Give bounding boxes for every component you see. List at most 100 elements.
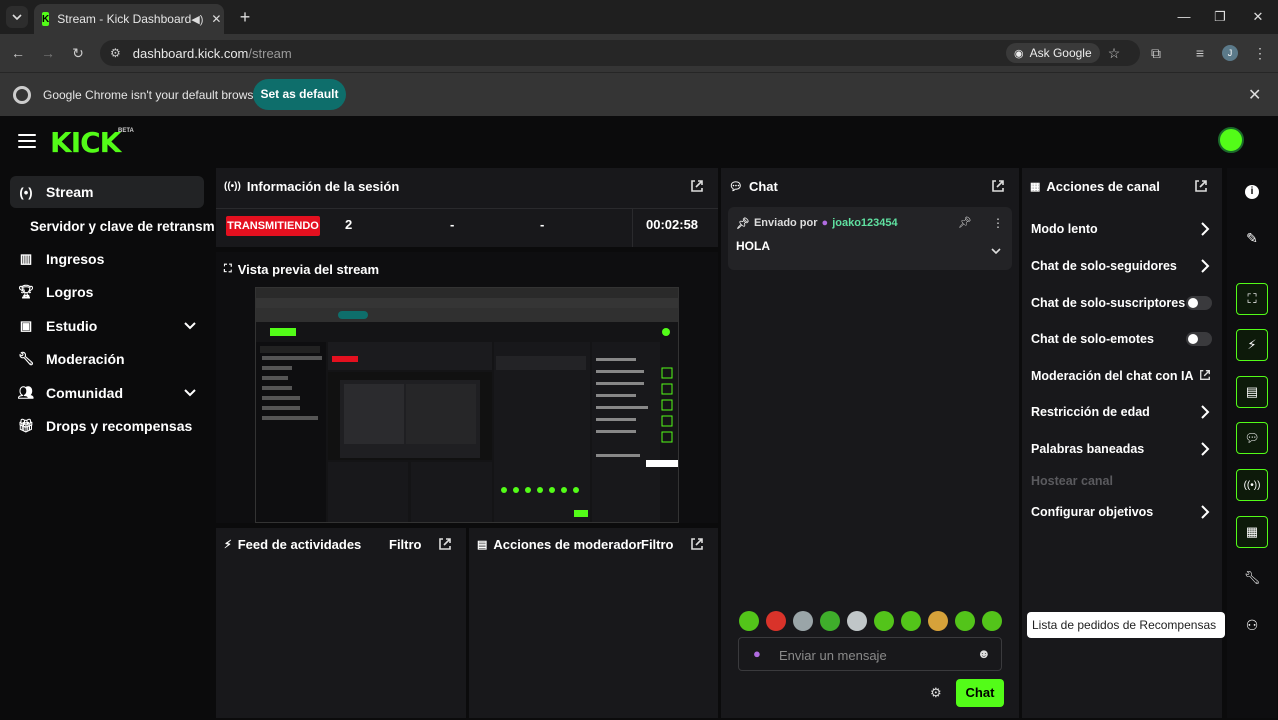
sidebar-item-comunidad[interactable]: 👥︎ Comunidad <box>10 377 204 409</box>
emotes-only-toggle[interactable] <box>1186 332 1212 346</box>
extensions-icon[interactable]: ⧉ <box>1146 43 1166 63</box>
unpin-icon[interactable]: 📌︎ <box>958 216 972 229</box>
action-restriccion-edad[interactable]: Restricción de edad <box>1031 405 1150 419</box>
reload-icon[interactable]: ↻ <box>68 43 88 63</box>
popout-icon[interactable] <box>690 537 704 551</box>
rewards-tooltip: Lista de pedidos de Recompensas <box>1027 612 1225 638</box>
browser-tab[interactable]: K Stream - Kick Dashboard ◀) ✕ <box>34 4 224 34</box>
pinned-header: 📌︎ Enviado por ● joako123454 <box>736 217 898 230</box>
sidebar-item-ingresos[interactable]: ▥ Ingresos <box>10 243 204 275</box>
menu-hamburger-icon[interactable] <box>18 134 36 150</box>
new-tab-button[interactable]: + <box>234 6 256 28</box>
chat-message-input[interactable]: ● Enviar un mensaje ☻ <box>738 637 1002 671</box>
chat-settings-gear-icon[interactable]: ⚙ <box>930 685 942 701</box>
bolt-widget-icon[interactable]: ⚡︎ <box>1236 329 1268 361</box>
infobar-close-icon[interactable]: ✕ <box>1248 85 1261 105</box>
media-controls-icon[interactable]: ≡ <box>1190 43 1210 63</box>
action-moderacion-ia[interactable]: Moderación del chat con IA <box>1031 369 1194 383</box>
sidebar-item-server-key[interactable]: Servidor y clave de retransm <box>10 210 216 242</box>
stream-preview-video[interactable] <box>255 287 679 523</box>
rewards-queue-icon[interactable]: ⚇ <box>1236 609 1268 641</box>
chevron-right-icon[interactable] <box>1200 222 1210 236</box>
action-configurar-objetivos[interactable]: Configurar objetivos <box>1031 505 1153 519</box>
document-widget-icon[interactable]: ▤ <box>1236 376 1268 408</box>
action-solo-suscriptores: Chat de solo-suscriptores <box>1031 296 1186 310</box>
actions-widget-icon[interactable]: ▦ <box>1236 516 1268 548</box>
forward-icon[interactable]: → <box>38 43 58 63</box>
preview-widget-icon[interactable]: ⛶ <box>1236 283 1268 315</box>
mod-filter-button[interactable]: Filtro <box>641 537 674 552</box>
url-host: dashboard.kick.com <box>132 45 249 61</box>
minimize-icon[interactable]: — <box>1174 7 1194 27</box>
chevron-down-icon <box>12 14 22 20</box>
sidebar-item-stream[interactable]: (•) Stream <box>10 176 204 208</box>
tab-search-button[interactable] <box>6 6 28 28</box>
user-avatar[interactable] <box>1218 127 1244 153</box>
emote-icon[interactable] <box>982 611 1002 631</box>
sidebar-item-logros[interactable]: 🏆︎ Logros <box>10 276 204 308</box>
emote-icon[interactable] <box>766 611 786 631</box>
emote-icon[interactable] <box>793 611 813 631</box>
action-solo-seguidores[interactable]: Chat de solo-seguidores <box>1031 259 1177 273</box>
emote-icon[interactable] <box>901 611 921 631</box>
subs-stat: - <box>540 217 545 232</box>
lens-icon: ◉ <box>1014 47 1024 60</box>
session-info-title-text: Información de la sesión <box>246 179 400 194</box>
action-hostear-canal: Hostear canal <box>1031 474 1113 488</box>
action-modo-lento[interactable]: Modo lento <box>1031 222 1098 236</box>
close-window-icon[interactable]: ✕ <box>1248 7 1268 27</box>
chat-title-text: Chat <box>748 179 778 194</box>
popout-icon[interactable] <box>438 537 452 551</box>
bookmark-star-icon[interactable]: ☆ <box>1104 43 1124 63</box>
menu-kebab-icon[interactable]: ⋮ <box>1250 43 1270 63</box>
action-palabras-baneadas[interactable]: Palabras baneadas <box>1031 442 1144 456</box>
emote-icon[interactable] <box>874 611 894 631</box>
more-options-icon[interactable]: ⋮ <box>992 216 1004 230</box>
emote-icon[interactable] <box>739 611 759 631</box>
wrench-icon[interactable]: 🔧︎ <box>1236 562 1268 594</box>
address-bar[interactable]: ⚙ dashboard.kick.com/stream <box>100 40 1140 66</box>
emote-icon[interactable] <box>820 611 840 631</box>
popout-icon[interactable] <box>1194 179 1208 193</box>
chevron-right-icon[interactable] <box>1200 405 1210 419</box>
external-link-icon[interactable] <box>1199 369 1211 381</box>
popout-icon[interactable] <box>991 179 1005 193</box>
pinned-username[interactable]: joako123454 <box>832 217 897 230</box>
back-icon[interactable]: ← <box>8 43 28 63</box>
emote-icon[interactable] <box>847 611 867 631</box>
set-default-button[interactable]: Set as default <box>253 79 346 110</box>
sidebar-item-drops[interactable]: 🎁︎ Drops y recompensas <box>10 410 204 442</box>
emote-icon[interactable] <box>928 611 948 631</box>
chevron-down-icon[interactable] <box>991 248 1001 254</box>
feed-filter-button[interactable]: Filtro <box>389 537 422 552</box>
speaker-icon[interactable]: ◀) <box>191 13 203 26</box>
document-icon: ▤ <box>477 539 488 551</box>
emoji-icon[interactable]: ☻ <box>977 646 991 661</box>
sidebar-item-moderacion[interactable]: 🔧︎ Moderación <box>10 343 204 375</box>
profile-avatar[interactable]: J <box>1222 45 1238 61</box>
sidebar-item-label: Stream <box>46 184 94 200</box>
kick-logo[interactable]: KICK <box>50 126 121 159</box>
preview-title-text: Vista previa del stream <box>237 262 380 277</box>
emote-icon[interactable] <box>955 611 975 631</box>
subscribers-only-toggle[interactable] <box>1186 296 1212 310</box>
chevron-right-icon[interactable] <box>1200 442 1210 456</box>
info-icon[interactable]: i <box>1236 176 1268 208</box>
pencil-icon[interactable]: ✎ <box>1236 222 1268 254</box>
sidebar-item-estudio[interactable]: ▣ Estudio <box>10 310 204 342</box>
chevron-right-icon[interactable] <box>1200 505 1210 519</box>
preview-icon: ⛶ <box>224 263 232 275</box>
chat-widget-icon[interactable]: 💬︎ <box>1236 422 1268 454</box>
pinned-text: HOLA <box>736 239 770 253</box>
actions-icon: ▦ <box>1030 181 1041 193</box>
site-info-icon[interactable]: ⚙ <box>110 46 121 60</box>
chevron-right-icon[interactable] <box>1200 259 1210 273</box>
default-browser-infobar: Google Chrome isn't your default browser <box>0 72 1278 116</box>
url-path: /stream <box>248 45 292 61</box>
chat-send-button[interactable]: Chat <box>956 679 1004 707</box>
maximize-icon[interactable]: ❐ <box>1210 7 1230 27</box>
ask-google-button[interactable]: ◉ Ask Google <box>1006 43 1100 63</box>
popout-icon[interactable] <box>690 179 704 193</box>
broadcast-widget-icon[interactable]: ((•)) <box>1236 469 1268 501</box>
close-tab-icon[interactable]: ✕ <box>211 12 221 26</box>
